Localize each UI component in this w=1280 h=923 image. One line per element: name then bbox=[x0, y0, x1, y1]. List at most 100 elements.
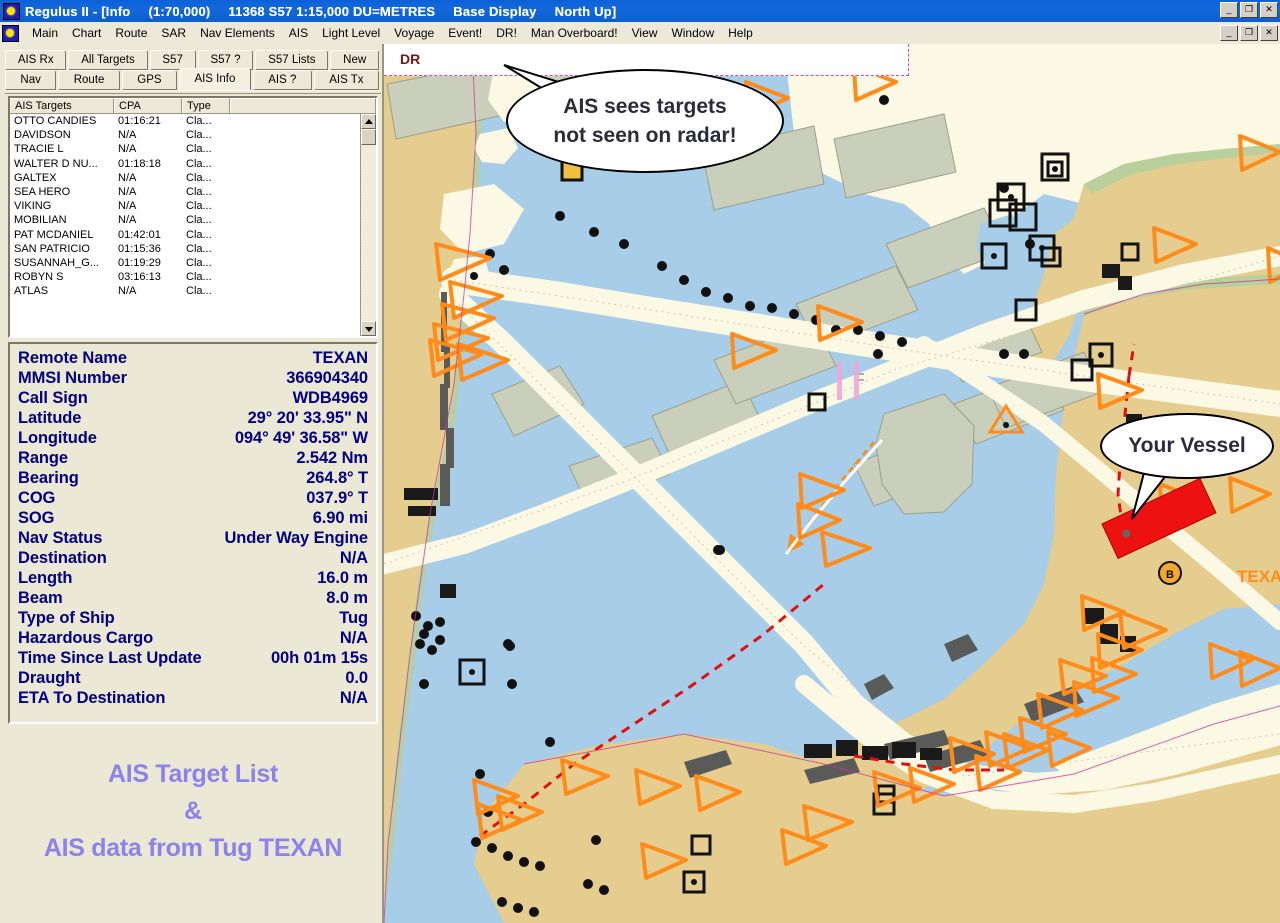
cell-type: Cla... bbox=[182, 128, 230, 142]
column-header-ais-targets[interactable]: AIS Targets bbox=[10, 98, 114, 113]
table-row[interactable]: MOBILIANN/ACla... bbox=[10, 213, 376, 227]
ais-field-row: Time Since Last Update00h 01m 15s bbox=[18, 648, 368, 668]
list-header-row: AIS Targets CPA Type bbox=[10, 98, 376, 114]
mdi-close-button[interactable]: ✕ bbox=[1260, 25, 1278, 41]
menu-item-chart[interactable]: Chart bbox=[65, 24, 108, 42]
cell-type: Cla... bbox=[182, 199, 230, 213]
chevron-up-icon bbox=[365, 119, 373, 124]
column-header-type[interactable]: Type bbox=[182, 98, 230, 113]
ais-field-value: N/A bbox=[340, 688, 368, 708]
table-row[interactable]: GALTEXN/ACla... bbox=[10, 171, 376, 185]
close-button[interactable]: ✕ bbox=[1260, 2, 1278, 18]
ais-field-value: 0.0 bbox=[345, 668, 368, 688]
ais-field-row: Latitude29° 20' 33.95" N bbox=[18, 408, 368, 428]
menu-item-main[interactable]: Main bbox=[25, 24, 65, 42]
ais-field-value: TEXAN bbox=[313, 348, 368, 368]
ais-field-label: Type of Ship bbox=[18, 608, 115, 628]
menu-item-view[interactable]: View bbox=[625, 24, 665, 42]
ais-field-label: Call Sign bbox=[18, 388, 88, 408]
menu-item-voyage[interactable]: Voyage bbox=[387, 24, 441, 42]
menu-item-ais[interactable]: AIS bbox=[282, 24, 315, 42]
menu-bar: Main Chart Route SAR Nav Elements AIS Li… bbox=[0, 22, 1280, 45]
menu-item-light-level[interactable]: Light Level bbox=[315, 24, 387, 42]
ais-field-row: Type of Ship Tug bbox=[18, 608, 368, 628]
menu-item-event[interactable]: Event! bbox=[441, 24, 489, 42]
tab-ais-tx[interactable]: AIS Tx bbox=[314, 70, 379, 90]
menu-item-man-overboard[interactable]: Man Overboard! bbox=[524, 24, 625, 42]
ais-field-row: MMSI Number366904340 bbox=[18, 368, 368, 388]
ais-field-row: Longitude094° 49' 36.58" W bbox=[18, 428, 368, 448]
minimize-button[interactable]: _ bbox=[1220, 2, 1238, 18]
ais-field-label: Hazardous Cargo bbox=[18, 628, 153, 648]
table-row[interactable]: WALTER D NU...01:18:18Cla... bbox=[10, 157, 376, 171]
tab-gps[interactable]: GPS bbox=[122, 70, 177, 90]
list-scrollbar[interactable] bbox=[360, 114, 376, 336]
scrollbar-track[interactable] bbox=[361, 145, 376, 321]
tab-new[interactable]: New bbox=[330, 50, 379, 70]
ais-field-label: Beam bbox=[18, 588, 63, 608]
tab-row-secondary: Nav Route GPS AIS Info AIS ? AIS Tx bbox=[5, 70, 381, 91]
cell-cpa: N/A bbox=[114, 284, 182, 298]
scrollbar-thumb[interactable] bbox=[361, 129, 376, 145]
tab-s57[interactable]: S57 bbox=[150, 50, 196, 70]
cell-target-name: SUSANNAH_G... bbox=[10, 256, 114, 270]
table-row[interactable]: VIKINGN/ACla... bbox=[10, 199, 376, 213]
cell-cpa: N/A bbox=[114, 128, 182, 142]
table-row[interactable]: SAN PATRICIO01:15:36Cla... bbox=[10, 242, 376, 256]
ais-target-list[interactable]: AIS Targets CPA Type OTTO CANDIES01:16:2… bbox=[8, 96, 378, 338]
scroll-down-button[interactable] bbox=[361, 321, 376, 336]
cell-cpa: N/A bbox=[114, 142, 182, 156]
tab-s57-lists[interactable]: S57 Lists bbox=[255, 50, 328, 70]
mdi-minimize-button[interactable]: _ bbox=[1220, 25, 1238, 41]
ais-field-value: Tug bbox=[339, 608, 368, 628]
column-header-filler bbox=[230, 98, 376, 113]
column-header-cpa[interactable]: CPA bbox=[114, 98, 182, 113]
tab-s57-help[interactable]: S57 ? bbox=[198, 50, 254, 70]
table-row[interactable]: TRACIE LN/ACla... bbox=[10, 142, 376, 156]
table-row[interactable]: ROBYN S03:16:13Cla... bbox=[10, 270, 376, 284]
cell-cpa: N/A bbox=[114, 199, 182, 213]
ais-field-value: 29° 20' 33.95" N bbox=[248, 408, 368, 428]
callout-vessel-line-1: Your Vessel bbox=[1128, 434, 1246, 458]
ais-field-value: Under Way Engine bbox=[224, 528, 368, 548]
tab-ais-info[interactable]: AIS Info bbox=[179, 68, 251, 91]
ais-info-panel: AIS Rx All Targets S57 S57 ? S57 Lists N… bbox=[0, 44, 384, 923]
tab-route[interactable]: Route bbox=[58, 70, 120, 90]
ais-field-value: 366904340 bbox=[286, 368, 368, 388]
vessel-label-texan: TEXAN bbox=[1237, 567, 1280, 586]
cell-target-name: GALTEX bbox=[10, 171, 114, 185]
ais-field-value: N/A bbox=[340, 628, 368, 648]
cell-cpa: N/A bbox=[114, 171, 182, 185]
menu-item-dr[interactable]: DR! bbox=[489, 24, 524, 42]
menu-item-window[interactable]: Window bbox=[664, 24, 721, 42]
cell-target-name: WALTER D NU... bbox=[10, 157, 114, 171]
menu-item-sar[interactable]: SAR bbox=[154, 24, 193, 42]
tab-nav[interactable]: Nav bbox=[5, 70, 56, 90]
table-row[interactable]: PAT MCDANIEL01:42:01Cla... bbox=[10, 228, 376, 242]
mdi-restore-button[interactable]: ❐ bbox=[1240, 25, 1258, 41]
tab-ais-rx[interactable]: AIS Rx bbox=[5, 50, 66, 70]
table-row[interactable]: DAVIDSONN/ACla... bbox=[10, 128, 376, 142]
ais-field-row: SOG6.90 mi bbox=[18, 508, 368, 528]
menu-item-nav-elements[interactable]: Nav Elements bbox=[193, 24, 282, 42]
ais-field-row: Bearing264.8° T bbox=[18, 468, 368, 488]
chart-view[interactable]: B bbox=[384, 44, 1280, 923]
ais-field-label: Time Since Last Update bbox=[18, 648, 202, 668]
tab-ais-help[interactable]: AIS ? bbox=[253, 70, 312, 90]
restore-button[interactable]: ❐ bbox=[1240, 2, 1258, 18]
table-row[interactable]: ATLASN/ACla... bbox=[10, 284, 376, 298]
callout-bubble-vessel: Your Vessel bbox=[1100, 413, 1274, 479]
callout-tail-vessel bbox=[1122, 461, 1242, 581]
table-row[interactable]: OTTO CANDIES01:16:21Cla... bbox=[10, 114, 376, 128]
table-row[interactable]: SEA HERON/ACla... bbox=[10, 185, 376, 199]
table-row[interactable]: SUSANNAH_G...01:19:29Cla... bbox=[10, 256, 376, 270]
scroll-up-button[interactable] bbox=[361, 114, 376, 129]
callout-bubble-ais: AIS sees targets not seen on radar! bbox=[506, 69, 784, 173]
cell-type: Cla... bbox=[182, 242, 230, 256]
ais-field-row: Beam8.0 m bbox=[18, 588, 368, 608]
menu-item-route[interactable]: Route bbox=[108, 24, 154, 42]
cell-type: Cla... bbox=[182, 256, 230, 270]
tab-all-targets[interactable]: All Targets bbox=[68, 50, 147, 70]
menu-item-help[interactable]: Help bbox=[721, 24, 760, 42]
app-icon bbox=[3, 3, 20, 20]
